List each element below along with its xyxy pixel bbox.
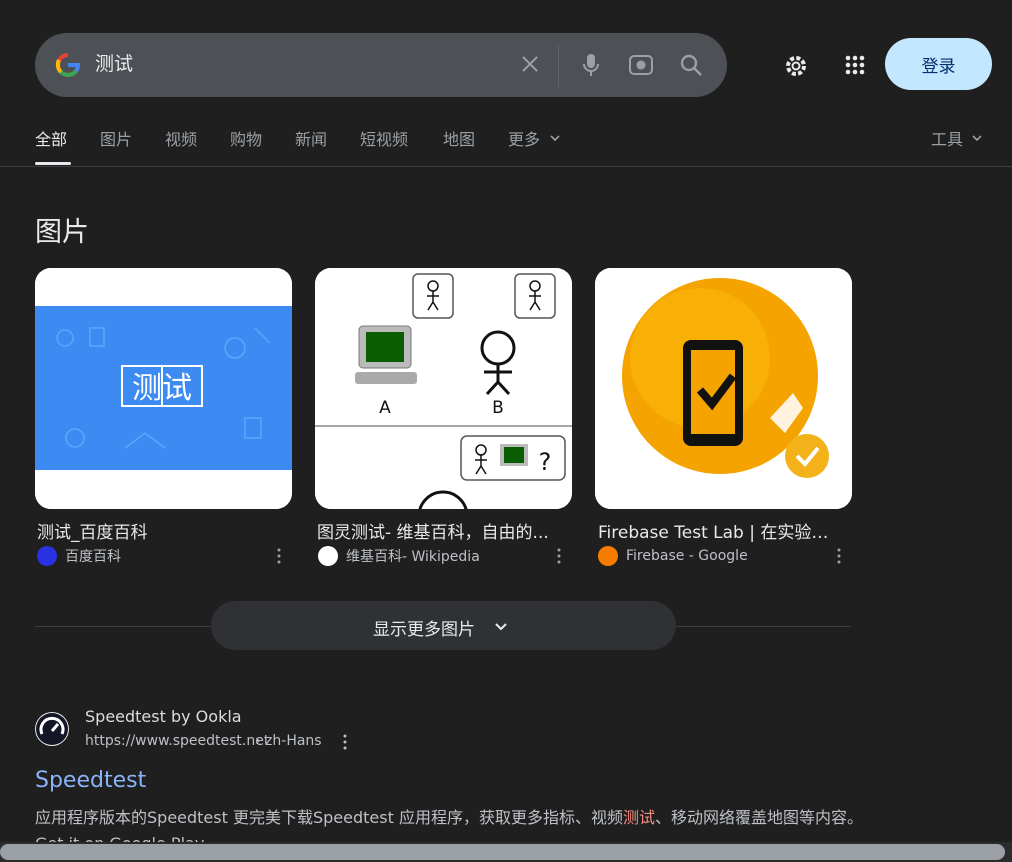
firebase-favicon-icon [598, 546, 618, 566]
login-button[interactable]: 登录 [885, 38, 992, 90]
search-bar [35, 33, 727, 97]
image-source: Firebase - Google [598, 546, 748, 566]
more-options-icon[interactable] [836, 548, 842, 564]
snippet-text: 应用程序版本的Speedtest 更完美下载Speedtest 应用程序，获取更… [35, 808, 623, 827]
result-more-options-icon[interactable] [341, 734, 349, 750]
tab-videos[interactable]: 视频 [165, 128, 197, 152]
result-title-link[interactable]: Speedtest [35, 768, 146, 793]
horizontal-scrollbar[interactable] [0, 844, 1005, 860]
google-logo-icon[interactable] [55, 52, 81, 78]
more-options-icon[interactable] [276, 548, 282, 564]
tools-button[interactable]: 工具 [931, 128, 963, 152]
image-source-label: 维基百科- Wikipedia [346, 549, 480, 565]
wikipedia-favicon-icon [318, 546, 338, 566]
image-search-button[interactable] [627, 52, 655, 78]
snippet-highlight: 测试 [622, 808, 655, 827]
label-a: A [379, 398, 391, 418]
result-url[interactable]: https://www.speedtest.net [85, 733, 269, 749]
tile-text: 测试 [132, 371, 192, 406]
tab-maps[interactable]: 地图 [443, 128, 475, 152]
images-section-title: 图片 [35, 217, 89, 248]
image-result-firebase[interactable] [595, 268, 852, 509]
tab-more[interactable]: 更多 [508, 128, 540, 152]
tools-chevron-icon [972, 135, 982, 142]
close-icon [522, 56, 538, 72]
image-caption[interactable]: 测试_百度百科 [37, 518, 277, 543]
speedtest-favicon-icon[interactable] [35, 712, 69, 746]
baidu-favicon-icon [37, 546, 57, 566]
result-site-name[interactable]: Speedtest by Ookla [85, 707, 242, 726]
image-source: 百度百科 [37, 546, 121, 566]
expand-chevron-icon[interactable] [488, 613, 514, 639]
tab-news[interactable]: 新闻 [295, 128, 327, 152]
label-b: B [492, 398, 504, 418]
chevron-down-icon [550, 135, 560, 142]
search-divider [558, 45, 559, 87]
microphone-icon [583, 54, 599, 76]
settings-button[interactable] [782, 52, 810, 80]
more-options-icon[interactable] [556, 548, 562, 564]
voice-search-button[interactable] [579, 51, 603, 79]
image-caption[interactable]: Firebase Test Lab | 在实验室... [598, 518, 840, 543]
image-source-label: Firebase - Google [626, 548, 748, 564]
image-source: 维基百科- Wikipedia [318, 546, 480, 566]
image-result-baidu[interactable]: 测试 [35, 268, 292, 509]
search-button[interactable] [675, 49, 707, 81]
tabs-divider [0, 166, 1012, 167]
question-mark: ? [539, 448, 552, 476]
tab-images[interactable]: 图片 [100, 128, 132, 152]
apps-button[interactable] [840, 50, 870, 80]
tab-shopping[interactable]: 购物 [230, 128, 262, 152]
camera-lens-icon [629, 55, 653, 75]
image-result-wikipedia[interactable]: A B ? [315, 268, 572, 509]
baidu-test-thumbnail: 测试 [35, 268, 292, 509]
tab-all[interactable]: 全部 [35, 128, 67, 152]
clear-button[interactable] [519, 53, 541, 75]
search-input[interactable]: 测试 [95, 52, 133, 76]
show-more-images-label[interactable]: 显示更多图片 [373, 615, 475, 640]
active-tab-indicator [35, 162, 71, 165]
turing-test-thumbnail: A B ? [315, 268, 572, 509]
image-source-label: 百度百科 [65, 549, 121, 565]
gear-icon [786, 56, 806, 76]
result-url-breadcrumb[interactable]: › zh-Hans [255, 733, 322, 749]
image-caption[interactable]: 图灵测试- 维基百科，自由的... [317, 518, 557, 543]
search-icon [680, 54, 702, 76]
firebase-test-lab-thumbnail [595, 268, 852, 509]
apps-grid-icon [845, 55, 865, 75]
tab-short-videos[interactable]: 短视频 [360, 128, 408, 152]
speedometer-icon [36, 713, 68, 745]
